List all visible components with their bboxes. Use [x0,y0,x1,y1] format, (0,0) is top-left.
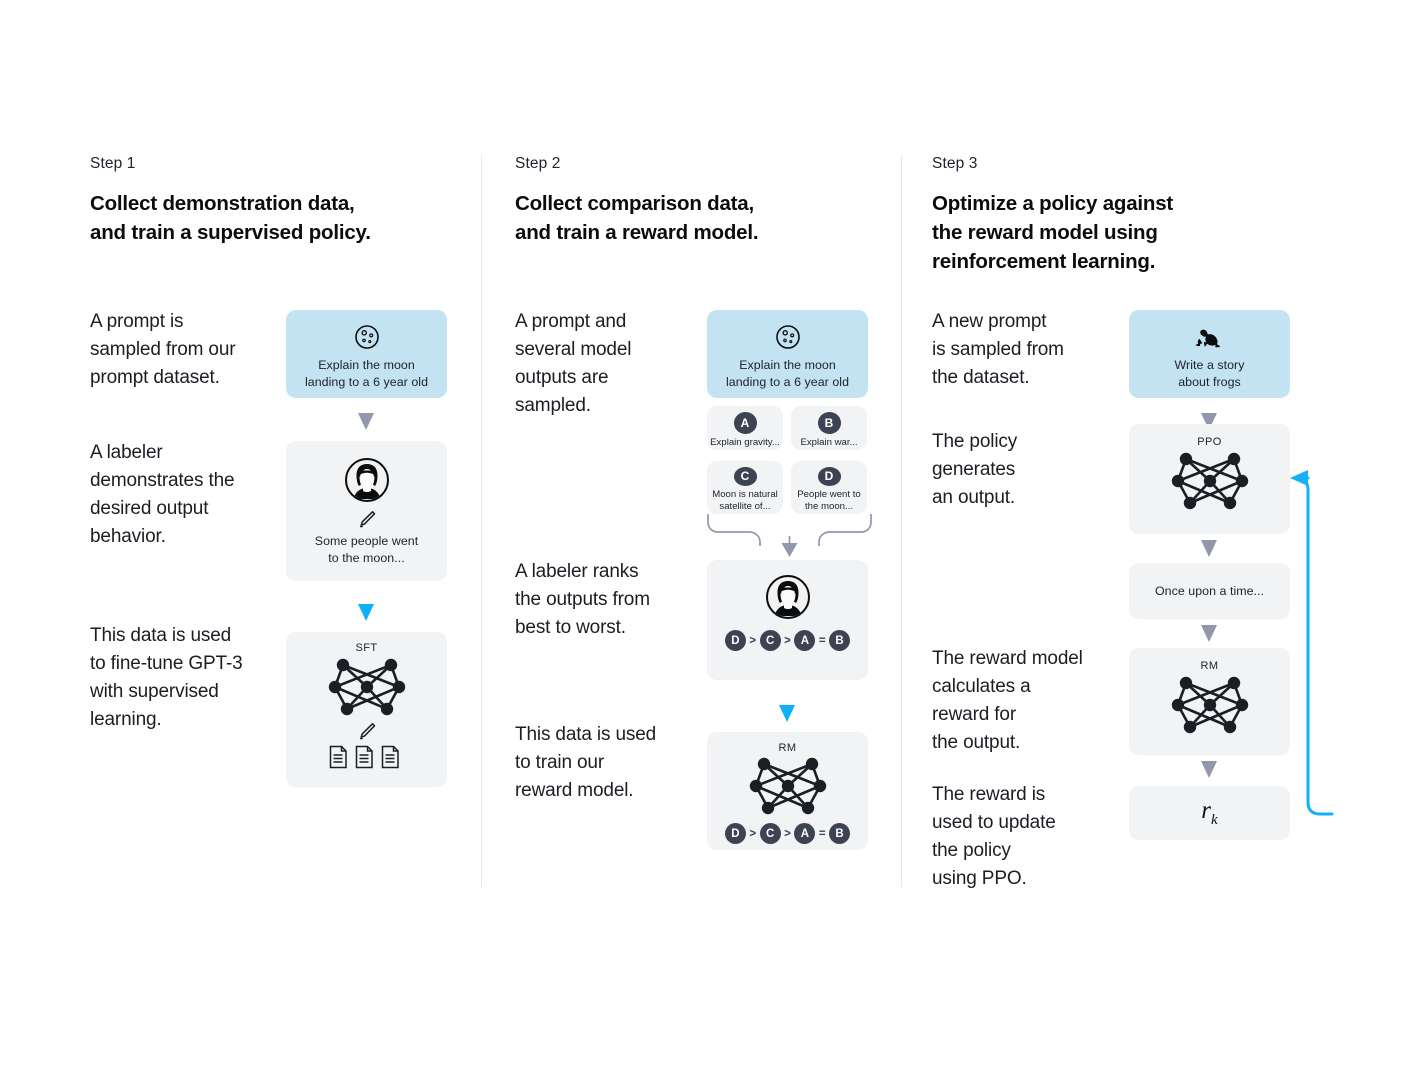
labeler-avatar-icon [344,458,389,502]
step-2-ranking-card: D > C > A = B [707,560,868,680]
rm-badge-1: D [724,823,746,844]
step-2-column: Step 2 Collect comparison data, and trai… [515,155,915,247]
step-1-arrow-2-icon [358,604,374,621]
step-2-title: Collect comparison data, and train a rew… [515,191,759,244]
step-1-prompt-card: Explain the moon landing to a 6 year old [286,310,447,398]
step-2-option-card-b: B Explain war... [791,406,867,450]
step-1-paragraph-2: A labeler demonstrates the desired outpu… [90,442,235,548]
merge-brace-arrow-icon [707,514,872,557]
neural-network-icon [1171,452,1248,510]
option-text-c: Moon is natural satellite of... [712,488,778,513]
option-text-b: Explain war... [800,437,858,449]
step-1-labeler-text: Some people went to the moon... [314,534,419,565]
step-3-output-card: Once upon a time... [1129,563,1290,619]
step-1-paragraph-3: This data is used to fine-tune GPT-3 wit… [90,625,243,731]
step-3-ppo-label: PPO [1197,436,1222,448]
step-3-arrow-3-icon [1201,625,1217,642]
step-2-paragraph-3: This data is used to train our reward mo… [515,724,657,802]
rank-badge-3: A [794,630,816,651]
step-3-output-text: Once upon a time... [1154,583,1265,598]
step-3-rm-label: RM [1200,660,1219,672]
neural-network-icon [1171,676,1248,734]
rm-op-1: > [749,827,757,840]
rm-badge-3: A [794,823,816,844]
rm-badge-4: B [829,823,851,844]
step-3-paragraph-1: A new prompt is sampled from the dataset… [932,311,1064,389]
step-1-column: Step 1 Collect demonstration data, and t… [90,155,490,247]
step-2-rm-card: RM D > C > A = B [707,732,868,850]
pencil-icon [359,723,375,740]
step-2-paragraph-2: A labeler ranks the outputs from best to… [515,561,650,639]
option-text-a: Explain gravity... [710,437,780,449]
step-2-label: Step 2 [515,155,561,172]
feature-image-editor: Step 1 Collect demonstration data, and t… [0,0,1424,1068]
pencil-icon [359,511,375,528]
step-2-rm-badges: D > C > A = B [724,823,851,844]
documents-icon [329,745,399,769]
step-3-rm-card: RM [1129,648,1290,755]
step-3-ppo-card: PPO [1129,424,1290,534]
ppo-feedback-loop-arrow-icon [1290,470,1334,816]
rank-badge-2: C [759,630,781,651]
step-3-title: Optimize a policy against the reward mod… [932,191,1174,273]
option-badge-a: A [733,412,757,435]
frog-icon [1195,329,1220,348]
step-2-rm-label: RM [778,742,797,754]
step-1-label: Step 1 [90,155,136,172]
option-badge-b: B [817,412,841,435]
step-3-label: Step 3 [932,155,978,172]
step-1-sft-card: SFT [286,632,447,787]
step-1-prompt-text: Explain the moon landing to a 6 year old [304,358,429,389]
option-badge-d: D [817,467,841,486]
labeler-avatar-icon [765,575,810,619]
rank-badge-4: B [829,630,851,651]
rank-op-1: > [749,634,757,647]
caption-bar: Add a caption to the feature image A [0,905,1424,1068]
instructgpt-rlhf-diagram: Step 1 Collect demonstration data, and t… [0,0,1424,905]
rank-op-2: > [784,634,791,647]
step-2-prompt-card: Explain the moon landing to a 6 year old [707,310,868,398]
rank-badge-1: D [724,630,746,651]
column-divider-1 [481,155,482,887]
step-1-sft-label: SFT [355,642,378,654]
moon-icon [775,325,800,349]
step-2-option-card-d: D People went to the moon... [791,461,867,514]
step-3-arrow-4-icon [1201,761,1217,778]
step-3-column: Step 3 Optimize a policy against the rew… [932,155,1332,276]
step-2-option-card-c: C Moon is natural satellite of... [707,461,783,514]
rm-badge-2: C [759,823,781,844]
step-1-paragraph-1: A prompt is sampled from our prompt data… [90,311,236,389]
reward-symbol: rk [1201,797,1218,828]
step-3-prompt-card: Write a story about frogs [1129,310,1290,398]
step-2-ranking-badges: D > C > A = B [724,630,851,651]
step-1-arrow-1-icon [358,413,374,430]
rank-op-3: = [818,634,826,647]
neural-network-icon [328,658,405,716]
step-3-prompt-text: Write a story about frogs [1174,358,1245,389]
step-3-paragraph-2: The policy generates an output. [932,431,1018,509]
step-1-title: Collect demonstration data, and train a … [90,191,371,244]
step-2-arrow-icon [779,705,795,722]
step-3-paragraph-3: The reward model calculates a reward for… [932,648,1083,754]
rm-op-2: > [784,827,791,840]
option-text-d: People went to the moon... [797,488,861,513]
rm-op-3: = [818,827,826,840]
column-divider-2 [901,155,902,887]
step-3-arrow-2-icon [1201,540,1217,557]
neural-network-icon [749,757,826,815]
option-badge-c: C [733,467,757,486]
step-3-paragraph-4: The reward is used to update the policy … [932,784,1056,890]
step-2-option-card-a: A Explain gravity... [707,406,783,450]
step-1-labeler-card: Some people went to the moon... [286,441,447,581]
moon-icon [354,325,379,349]
step-2-prompt-text: Explain the moon landing to a 6 year old [725,358,850,389]
step-2-paragraph-1: A prompt and several model outputs are s… [515,311,632,417]
step-3-reward-card: rk [1129,786,1290,840]
